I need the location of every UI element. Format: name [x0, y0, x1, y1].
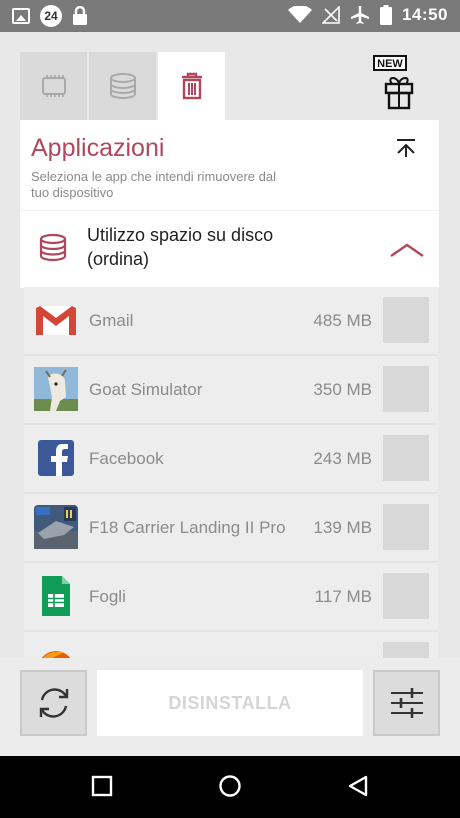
app-size: 139 MB [313, 518, 372, 537]
refresh-button[interactable] [20, 670, 87, 736]
list-item[interactable]: Facebook 243 MB [24, 425, 438, 492]
whats-new-button[interactable]: NEW [372, 54, 424, 112]
gift-icon: NEW [373, 55, 414, 110]
list-item[interactable] [24, 632, 438, 658]
app-size: 117 MB [314, 587, 372, 606]
chevron-up-icon[interactable] [389, 241, 425, 259]
list-item[interactable]: F18 Carrier Landing II Pro 139 MB [24, 494, 438, 561]
app-name: Fogli [89, 587, 126, 606]
goat-simulator-icon [34, 367, 78, 411]
image-notification-icon [12, 8, 30, 24]
clock: 14:50 [402, 5, 448, 24]
app-size: 485 MB [313, 311, 372, 330]
select-checkbox[interactable] [383, 297, 429, 343]
refresh-icon [39, 688, 68, 718]
airplane-mode-icon [351, 6, 370, 24]
notification-count-badge: 24 [40, 5, 62, 27]
sort-header[interactable]: Utilizzo spazio su disco (ordina) [20, 210, 439, 288]
select-checkbox[interactable] [383, 366, 429, 412]
app-name: Goat Simulator [89, 380, 203, 399]
app-size: 243 MB [313, 449, 372, 468]
no-signal-icon [322, 6, 340, 24]
chip-icon [41, 75, 66, 97]
scroll-to-top-icon[interactable] [395, 138, 417, 158]
list-item[interactable]: Gmail 485 MB [24, 287, 438, 354]
filter-settings-button[interactable] [373, 670, 440, 736]
apps-card: Applicazioni Seleziona le app che intend… [20, 120, 439, 288]
sort-label: Utilizzo spazio su disco (ordina) [87, 225, 274, 269]
app-size: 350 MB [313, 380, 372, 399]
new-label: NEW [377, 58, 403, 70]
select-checkbox[interactable] [383, 435, 429, 481]
status-bar: 24 14:50 [0, 0, 460, 32]
storage-stack-icon [109, 73, 136, 99]
section-header: Applicazioni Seleziona le app che intend… [20, 120, 439, 210]
gmail-icon [36, 306, 76, 335]
storage-icon [39, 233, 67, 262]
trash-icon [181, 72, 202, 100]
app-name: Gmail [89, 311, 134, 330]
navigation-bar [0, 756, 460, 818]
back-icon[interactable] [346, 774, 370, 798]
select-checkbox[interactable] [383, 642, 429, 658]
f18-carrier-landing-icon [34, 505, 78, 549]
home-icon[interactable] [218, 774, 242, 798]
sliders-icon [390, 688, 423, 718]
select-checkbox[interactable] [383, 573, 429, 619]
list-item[interactable]: Goat Simulator 350 MB [24, 356, 438, 423]
app-list[interactable]: Gmail 485 MB Goat Simulator 350 MB Faceb… [24, 287, 438, 658]
tab-hardware[interactable] [20, 52, 87, 120]
app-name: F18 Carrier Landing II Pro [89, 518, 286, 537]
tab-uninstall[interactable] [158, 52, 225, 120]
uninstall-button[interactable]: DISINSTALLA [97, 670, 363, 736]
page-subtitle: Seleziona le app che intendi rimuovere d… [31, 169, 276, 200]
tab-storage[interactable] [89, 52, 156, 120]
battery-icon [380, 5, 393, 25]
list-item[interactable]: Fogli 117 MB [24, 563, 438, 630]
action-bar: DISINSTALLA [0, 658, 460, 756]
recent-apps-icon[interactable] [90, 774, 114, 798]
select-checkbox[interactable] [383, 504, 429, 550]
firefox-icon [41, 651, 71, 658]
lock-icon [73, 6, 87, 25]
sheets-icon [42, 576, 70, 616]
facebook-icon [38, 440, 74, 476]
tab-bar [20, 52, 227, 120]
app-name: Facebook [89, 449, 164, 468]
page-title: Applicazioni [31, 134, 165, 162]
wifi-icon [288, 6, 313, 23]
